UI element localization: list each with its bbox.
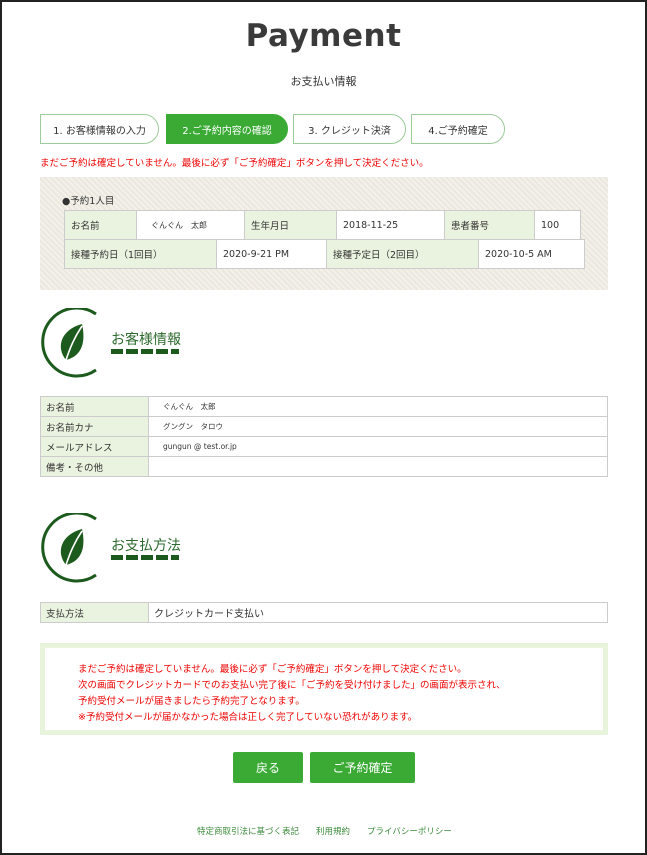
payment-method-value: クレジットカード支払い bbox=[148, 602, 608, 623]
first-dose-value: 2020-9-21 PM bbox=[216, 239, 327, 269]
table-row: お名前カナ グングン タロウ bbox=[40, 416, 608, 437]
customer-name-value: ぐんぐん 太郎 bbox=[148, 396, 608, 417]
payment-method-label: 支払方法 bbox=[40, 602, 149, 623]
customer-notes-label: 備考・その他 bbox=[40, 456, 149, 477]
step-4: 4.ご予約確定 bbox=[411, 114, 505, 144]
notice-line: 次の画面でクレジットカードでのお支払い完了後に「ご予約を受け付けました」の画面が… bbox=[78, 680, 506, 691]
customer-section-title: お客様情報 bbox=[111, 332, 181, 348]
footer-link-commercial-law[interactable]: 特定商取引法に基づく表記 bbox=[197, 825, 299, 837]
step-1: 1. お客様情報の入力 bbox=[40, 114, 159, 144]
customer-name-label: お名前 bbox=[40, 396, 149, 417]
appointment-table: お名前 ぐんぐん 太郎 生年月日 2018-11-25 患者番号 100 bbox=[64, 210, 581, 240]
warning-message: まだご予約は確定していません。最後に必ず「ご予約確定」ボタンを押して決定ください… bbox=[40, 158, 429, 169]
second-dose-value: 2020-10-5 AM bbox=[478, 239, 585, 269]
step-2-active: 2.ご予約内容の確認 bbox=[166, 114, 288, 144]
notice-box: まだご予約は確定していません。最後に必ず「ご予約確定」ボタンを押して決定ください… bbox=[40, 643, 608, 735]
customer-email-value: gungun @ test.or.jp bbox=[148, 436, 608, 457]
appointment-panel: ●予約1人目 お名前 ぐんぐん 太郎 生年月日 2018-11-25 患者番号 … bbox=[40, 177, 608, 290]
name-value: ぐんぐん 太郎 bbox=[136, 210, 245, 240]
customer-kana-label: お名前カナ bbox=[40, 416, 149, 437]
appointment-dates-table: 接種予約日（1回目） 2020-9-21 PM 接種予定日（2回目） 2020-… bbox=[64, 239, 585, 269]
leaf-icon bbox=[38, 306, 118, 388]
confirm-reservation-button[interactable]: ご予約確定 bbox=[310, 752, 415, 783]
first-dose-label: 接種予約日（1回目） bbox=[64, 239, 217, 269]
payment-table: 支払方法 クレジットカード支払い bbox=[40, 602, 608, 623]
table-row: メールアドレス gungun @ test.or.jp bbox=[40, 436, 608, 457]
table-row: 備考・その他 bbox=[40, 456, 608, 477]
name-label: お名前 bbox=[64, 210, 137, 240]
table-row: お名前 ぐんぐん 太郎 bbox=[40, 396, 608, 417]
back-button[interactable]: 戻る bbox=[233, 752, 303, 783]
section-underline bbox=[111, 349, 179, 354]
footer-link-terms[interactable]: 利用規約 bbox=[316, 825, 350, 837]
appointment-label: ●予約1人目 bbox=[62, 196, 115, 207]
page-subtitle: お支払い情報 bbox=[290, 75, 357, 88]
notice-line: 予約受付メールが届きましたら予約完了となります。 bbox=[78, 696, 305, 707]
step-3: 3. クレジット決済 bbox=[293, 114, 406, 144]
notice-line: ※予約受付メールが届かなかった場合は正しく完了していない恐れがあります。 bbox=[78, 712, 418, 723]
table-row: 支払方法 クレジットカード支払い bbox=[40, 602, 608, 623]
patient-number-label: 患者番号 bbox=[444, 210, 535, 240]
footer-link-privacy[interactable]: プライバシーポリシー bbox=[367, 825, 452, 837]
second-dose-label: 接種予定日（2回目） bbox=[326, 239, 479, 269]
customer-table: お名前 ぐんぐん 太郎 お名前カナ グングン タロウ メールアドレス gungu… bbox=[40, 396, 608, 477]
section-underline bbox=[111, 555, 179, 560]
patient-number-value: 100 bbox=[534, 210, 581, 240]
customer-kana-value: グングン タロウ bbox=[148, 416, 608, 437]
notice-line: まだご予約は確定していません。最後に必ず「ご予約確定」ボタンを押して決定ください… bbox=[78, 664, 467, 675]
payment-section-title: お支払方法 bbox=[111, 538, 181, 554]
customer-email-label: メールアドレス bbox=[40, 436, 149, 457]
step-indicator: 1. お客様情報の入力 2.ご予約内容の確認 3. クレジット決済 4.ご予約確… bbox=[40, 114, 560, 144]
birthdate-value: 2018-11-25 bbox=[336, 210, 445, 240]
customer-notes-value bbox=[148, 456, 608, 477]
leaf-icon bbox=[38, 511, 118, 593]
birthdate-label: 生年月日 bbox=[244, 210, 337, 240]
page-title: Payment bbox=[245, 18, 402, 54]
